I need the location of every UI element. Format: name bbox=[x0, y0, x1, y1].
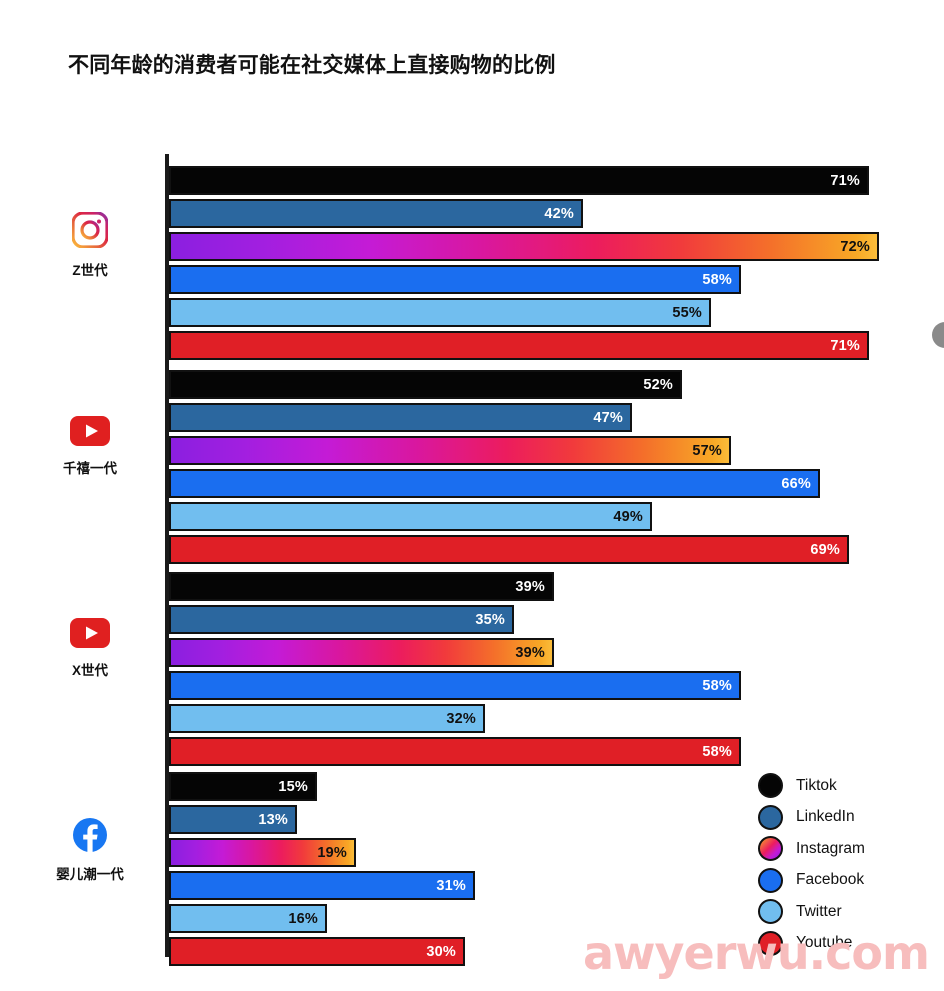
bar-value-label: 30% bbox=[426, 943, 456, 960]
bar-instagram-0[interactable]: 72% bbox=[169, 232, 879, 261]
circle-swatch-icon bbox=[758, 836, 783, 862]
bar-tiktok-0[interactable]: 71% bbox=[169, 166, 869, 195]
bar-linkedin-3[interactable]: 13% bbox=[169, 805, 297, 834]
bar-tiktok-1[interactable]: 52% bbox=[169, 370, 682, 399]
bar-twitter-3[interactable]: 16% bbox=[169, 904, 327, 933]
bar-facebook-2[interactable]: 58% bbox=[169, 671, 741, 700]
bar-value-label: 19% bbox=[317, 844, 347, 861]
bar-value-label: 72% bbox=[840, 238, 870, 255]
category-name-3: 婴儿潮一代 bbox=[56, 867, 124, 882]
bar-value-label: 42% bbox=[544, 205, 574, 222]
legend-label: Instagram bbox=[796, 839, 865, 857]
bar-value-label: 69% bbox=[810, 541, 840, 558]
bar-facebook-1[interactable]: 66% bbox=[169, 469, 820, 498]
youtube-icon bbox=[20, 416, 160, 451]
bar-twitter-0[interactable]: 55% bbox=[169, 298, 711, 327]
bar-value-label: 58% bbox=[702, 677, 732, 694]
bar-linkedin-0[interactable]: 42% bbox=[169, 199, 583, 228]
bar-value-label: 39% bbox=[515, 644, 545, 661]
bar-value-label: 31% bbox=[436, 877, 466, 894]
legend-item-tiktok[interactable]: Tiktok bbox=[758, 770, 938, 802]
category-name-0: Z世代 bbox=[72, 263, 108, 278]
bar-value-label: 58% bbox=[702, 743, 732, 760]
bar-twitter-2[interactable]: 32% bbox=[169, 704, 485, 733]
bar-youtube-0[interactable]: 71% bbox=[169, 331, 869, 360]
instagram-icon bbox=[20, 211, 160, 253]
bar-value-label: 49% bbox=[613, 508, 643, 525]
bar-tiktok-3[interactable]: 15% bbox=[169, 772, 317, 801]
category-label-0: Z世代 bbox=[20, 211, 160, 280]
watermark: awyerwu.com bbox=[583, 926, 930, 980]
bar-instagram-2[interactable]: 39% bbox=[169, 638, 554, 667]
bar-value-label: 66% bbox=[781, 475, 811, 492]
legend-item-instagram[interactable]: Instagram bbox=[758, 833, 938, 865]
category-name-1: 千禧一代 bbox=[63, 461, 117, 476]
bar-value-label: 32% bbox=[446, 710, 476, 727]
bar-value-label: 35% bbox=[475, 611, 505, 628]
legend-label: Twitter bbox=[796, 902, 842, 920]
bar-facebook-0[interactable]: 58% bbox=[169, 265, 741, 294]
facebook-icon bbox=[20, 818, 160, 857]
category-label-2: X世代 bbox=[20, 618, 160, 680]
bar-youtube-1[interactable]: 69% bbox=[169, 535, 849, 564]
bar-value-label: 71% bbox=[830, 337, 860, 354]
bar-value-label: 57% bbox=[692, 442, 722, 459]
category-label-3: 婴儿潮一代 bbox=[20, 818, 160, 884]
bar-value-label: 13% bbox=[258, 811, 288, 828]
bar-instagram-3[interactable]: 19% bbox=[169, 838, 356, 867]
bar-linkedin-1[interactable]: 47% bbox=[169, 403, 632, 432]
bar-twitter-1[interactable]: 49% bbox=[169, 502, 652, 531]
clipped-edge-circle-icon bbox=[932, 322, 944, 348]
bar-value-label: 71% bbox=[830, 172, 860, 189]
circle-swatch-icon bbox=[758, 773, 783, 799]
legend-item-twitter[interactable]: Twitter bbox=[758, 896, 938, 928]
legend-label: Tiktok bbox=[796, 776, 837, 794]
bar-value-label: 55% bbox=[672, 304, 702, 321]
bar-instagram-1[interactable]: 57% bbox=[169, 436, 731, 465]
legend-item-linkedin[interactable]: LinkedIn bbox=[758, 802, 938, 834]
bar-youtube-3[interactable]: 30% bbox=[169, 937, 465, 966]
bar-value-label: 16% bbox=[288, 910, 318, 927]
youtube-icon bbox=[20, 618, 160, 653]
bar-linkedin-2[interactable]: 35% bbox=[169, 605, 514, 634]
circle-swatch-icon bbox=[758, 867, 783, 893]
bar-value-label: 39% bbox=[515, 578, 545, 595]
category-name-2: X世代 bbox=[71, 663, 108, 678]
category-label-1: 千禧一代 bbox=[20, 416, 160, 478]
bar-facebook-3[interactable]: 31% bbox=[169, 871, 475, 900]
legend-label: Facebook bbox=[796, 871, 865, 889]
bar-value-label: 47% bbox=[593, 409, 623, 426]
bar-value-label: 58% bbox=[702, 271, 732, 288]
legend-item-facebook[interactable]: Facebook bbox=[758, 865, 938, 897]
bar-value-label: 15% bbox=[278, 778, 308, 795]
circle-swatch-icon bbox=[758, 804, 783, 830]
bar-value-label: 52% bbox=[643, 376, 673, 393]
legend-label: LinkedIn bbox=[796, 808, 855, 826]
bar-youtube-2[interactable]: 58% bbox=[169, 737, 741, 766]
circle-swatch-icon bbox=[758, 899, 783, 925]
bar-tiktok-2[interactable]: 39% bbox=[169, 572, 554, 601]
